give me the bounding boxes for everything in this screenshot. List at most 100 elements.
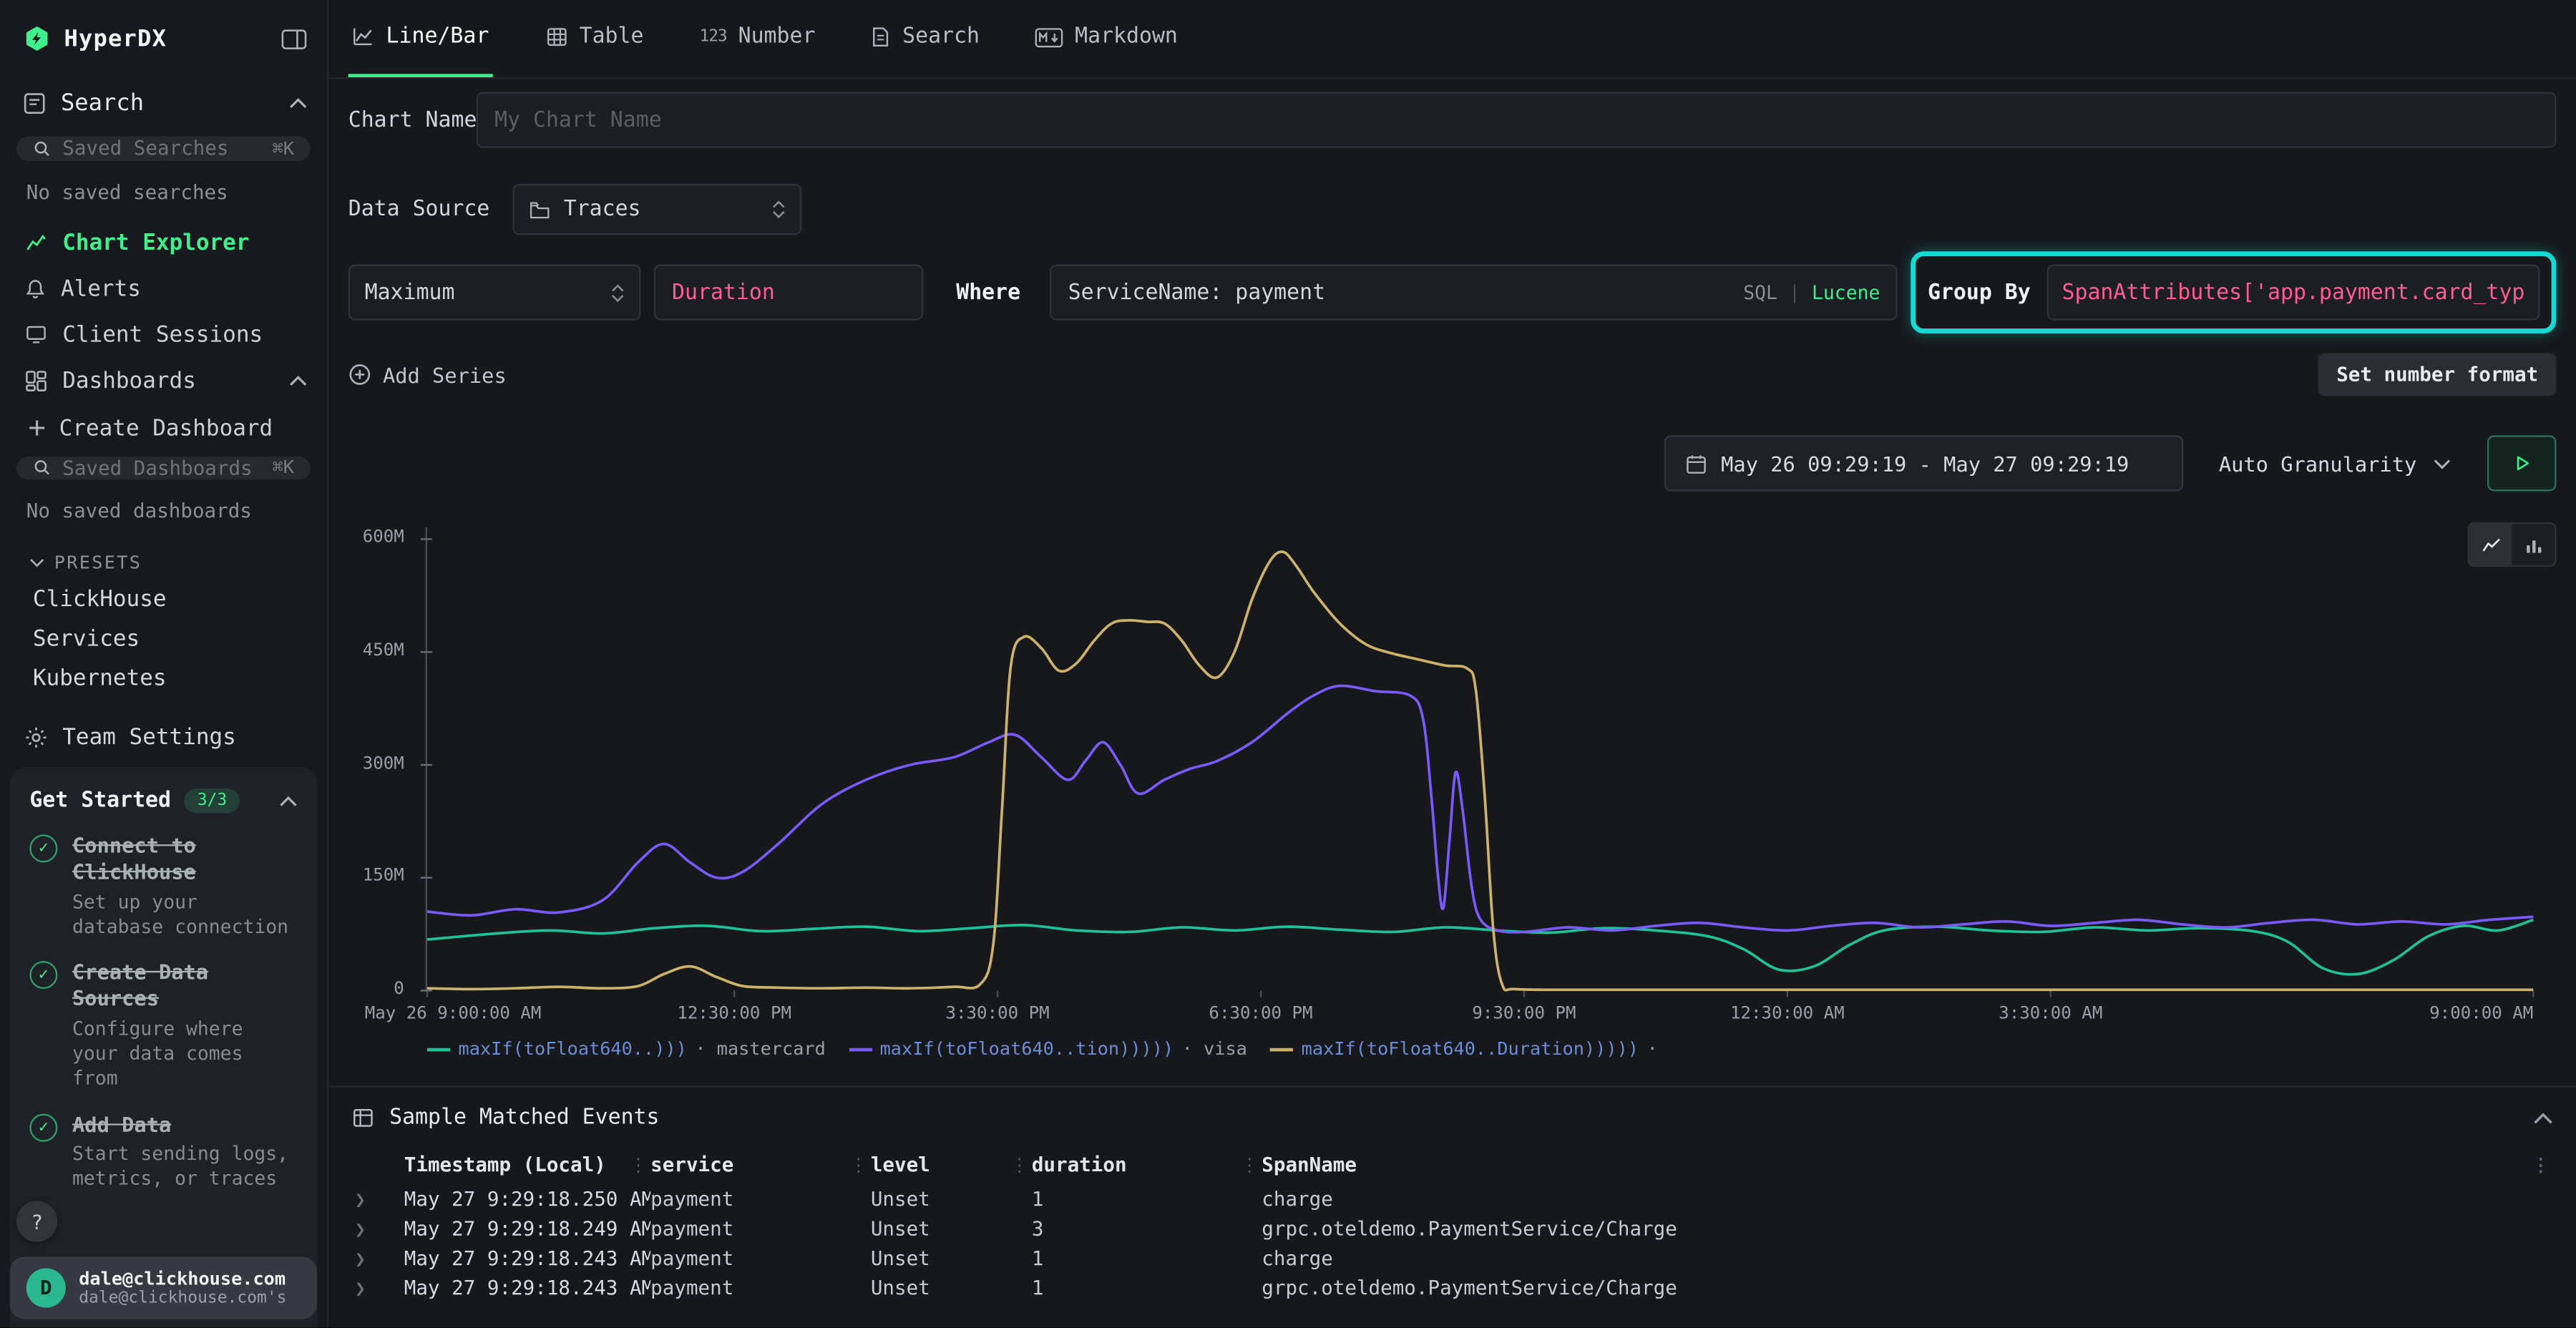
calendar-icon <box>1685 453 1707 474</box>
group-by-input[interactable] <box>2047 265 2540 321</box>
presets-toggle[interactable]: PRESETS <box>0 540 327 580</box>
hyperdx-logo-icon <box>23 24 51 52</box>
bar-view-button[interactable] <box>2512 524 2555 565</box>
column-resizer[interactable]: ⋮ <box>629 1154 647 1176</box>
chevron-up-icon[interactable] <box>279 795 297 808</box>
add-series-label: Add Series <box>383 362 507 386</box>
column-resizer[interactable]: ⋮ <box>849 1154 867 1176</box>
column-header-timestamp[interactable]: Timestamp (Local) <box>404 1153 650 1176</box>
y-tick-label: 450M <box>363 640 404 660</box>
row-expander-icon[interactable]: ❯ <box>355 1248 404 1269</box>
column-header-duration[interactable]: ⋮duration <box>1032 1153 1262 1176</box>
legend-item[interactable]: maxIf(toFloat640..))) · mastercard <box>427 1038 826 1060</box>
sidebar-item-chart-explorer[interactable]: Chart Explorer <box>0 220 327 265</box>
granularity-select[interactable]: Auto Granularity <box>2202 435 2468 491</box>
date-range-picker[interactable]: May 26 09:29:19 - May 27 09:29:19 <box>1664 435 2183 491</box>
tab-search[interactable]: Search <box>868 0 983 77</box>
get-started-item-desc: Set up your database connection <box>72 889 298 939</box>
sidebar-section-search[interactable]: Search <box>0 74 327 133</box>
help-button[interactable]: ? <box>16 1201 57 1241</box>
column-header-spanname[interactable]: ⋮SpanName <box>1262 1153 2576 1176</box>
user-org: dale@clickhouse.com's <box>79 1289 286 1307</box>
x-tick-label: 3:30:00 PM <box>946 1004 1050 1024</box>
get-started-item[interactable]: ✓ Create Data Sources Configure where yo… <box>29 960 297 1090</box>
create-dashboard-label: Create Dashboard <box>59 415 273 441</box>
sidebar-item-team-settings[interactable]: Team Settings <box>0 698 327 767</box>
chart-canvas[interactable] <box>417 507 2556 1000</box>
cell-spanname: charge <box>1262 1247 2576 1270</box>
tab-markdown[interactable]: Markdown <box>1032 0 1181 77</box>
markdown-icon <box>1035 27 1063 47</box>
preset-kubernetes[interactable]: Kubernetes <box>0 659 327 698</box>
sidebar-item-dashboards[interactable]: Dashboards <box>0 358 327 404</box>
table-options-icon[interactable]: ⋮ <box>2532 1154 2550 1176</box>
set-number-format-button[interactable]: Set number format <box>2318 353 2557 396</box>
tab-line-bar[interactable]: Line/Bar <box>348 0 492 77</box>
cell-level: Unset <box>871 1247 1032 1270</box>
get-started-item-desc: Start sending logs, metrics, or traces <box>72 1142 298 1191</box>
data-source-label: Data Source <box>348 197 490 222</box>
row-expander-icon[interactable]: ❯ <box>355 1277 404 1299</box>
table-row[interactable]: ❯ May 27 9:29:18.249 AM payment Unset 3 … <box>328 1214 2576 1244</box>
select-chevrons-icon <box>611 283 624 301</box>
table-row[interactable]: ❯ May 27 9:29:18.243 AM payment Unset 1 … <box>328 1244 2576 1273</box>
user-menu[interactable]: D dale@clickhouse.com dale@clickhouse.co… <box>10 1256 317 1319</box>
row-expander-icon[interactable]: ❯ <box>355 1218 404 1239</box>
check-circle-icon: ✓ <box>29 962 57 990</box>
line-view-button[interactable] <box>2469 524 2512 565</box>
tab-label: Markdown <box>1075 24 1178 49</box>
get-started-item[interactable]: ✓ Add Data Start sending logs, metrics, … <box>29 1111 297 1191</box>
user-meta: dale@clickhouse.com dale@clickhouse.com'… <box>79 1268 286 1307</box>
chart-view-toggle <box>2467 522 2556 567</box>
legend-series-group: · mastercard <box>695 1038 825 1060</box>
sidebar-item-alerts[interactable]: Alerts <box>0 265 327 311</box>
sidebar-collapse-icon[interactable] <box>281 27 308 50</box>
data-source-select[interactable]: Traces <box>513 184 802 235</box>
field-input[interactable] <box>654 265 924 321</box>
legend-item[interactable]: maxIf(toFloat640..Duration))))) · <box>1270 1038 1658 1060</box>
cell-duration: 3 <box>1032 1217 1262 1240</box>
lucene-toggle[interactable]: Lucene <box>1812 281 1880 304</box>
preset-clickhouse[interactable]: ClickHouse <box>0 580 327 620</box>
get-started-progress-badge: 3/3 <box>184 789 240 814</box>
row-expander-icon[interactable]: ❯ <box>355 1188 404 1210</box>
group-by-label: Group By <box>1928 280 2031 304</box>
column-header-service[interactable]: ⋮service <box>650 1153 871 1176</box>
chart-type-tabs: Line/Bar Table 123 Number Search <box>328 0 2576 79</box>
plus-icon <box>28 419 46 437</box>
table-row[interactable]: ❯ May 27 9:29:18.250 AM payment Unset 1 … <box>328 1184 2576 1214</box>
search-icon <box>33 459 51 477</box>
chart-area: 0150M300M450M600M May 26 9:00:00 AM12:30… <box>348 507 2557 1059</box>
table-row[interactable]: ❯ May 27 9:29:18.243 AM payment Unset 1 … <box>328 1273 2576 1302</box>
column-resizer[interactable]: ⋮ <box>1240 1154 1258 1176</box>
chevron-down-icon <box>2433 457 2451 469</box>
chart-name-input[interactable] <box>477 92 2557 148</box>
aggregation-value: Maximum <box>365 280 598 304</box>
sql-toggle[interactable]: SQL <box>1743 281 1777 304</box>
x-tick-label: 3:30:00 AM <box>1999 1004 2102 1024</box>
sidebar-item-label: Dashboards <box>62 367 274 394</box>
tab-number[interactable]: 123 Number <box>696 0 819 77</box>
tab-table[interactable]: Table <box>542 0 647 77</box>
sidebar-item-client-sessions[interactable]: Client Sessions <box>0 311 327 357</box>
section-collapse-icon[interactable] <box>2533 1111 2553 1124</box>
granularity-value: Auto Granularity <box>2219 451 2416 475</box>
get-started-item[interactable]: ✓ Connect to ClickHouse Set up your data… <box>29 834 297 939</box>
query-language-toggle: SQL | Lucene <box>1743 281 1880 304</box>
preset-services[interactable]: Services <box>0 620 327 659</box>
column-resizer[interactable]: ⋮ <box>1010 1154 1028 1176</box>
y-axis-labels: 0150M300M450M600M <box>348 507 417 1000</box>
search-icon <box>33 140 51 157</box>
table-icon <box>545 26 567 48</box>
y-tick-label: 300M <box>363 753 404 773</box>
saved-dashboards-input[interactable]: Saved Dashboards ⌘K <box>16 456 311 480</box>
create-dashboard-button[interactable]: Create Dashboard <box>0 404 327 453</box>
aggregation-select[interactable]: Maximum <box>348 265 641 321</box>
column-header-level[interactable]: ⋮level <box>871 1153 1032 1176</box>
legend-item[interactable]: maxIf(toFloat640..tion))))) · visa <box>849 1038 1247 1060</box>
add-series-button[interactable]: Add Series <box>348 362 507 386</box>
run-query-button[interactable] <box>2487 435 2556 491</box>
where-input[interactable] <box>1068 280 1744 304</box>
saved-searches-input[interactable]: Saved Searches ⌘K <box>16 137 311 161</box>
select-chevrons-icon <box>772 200 785 218</box>
